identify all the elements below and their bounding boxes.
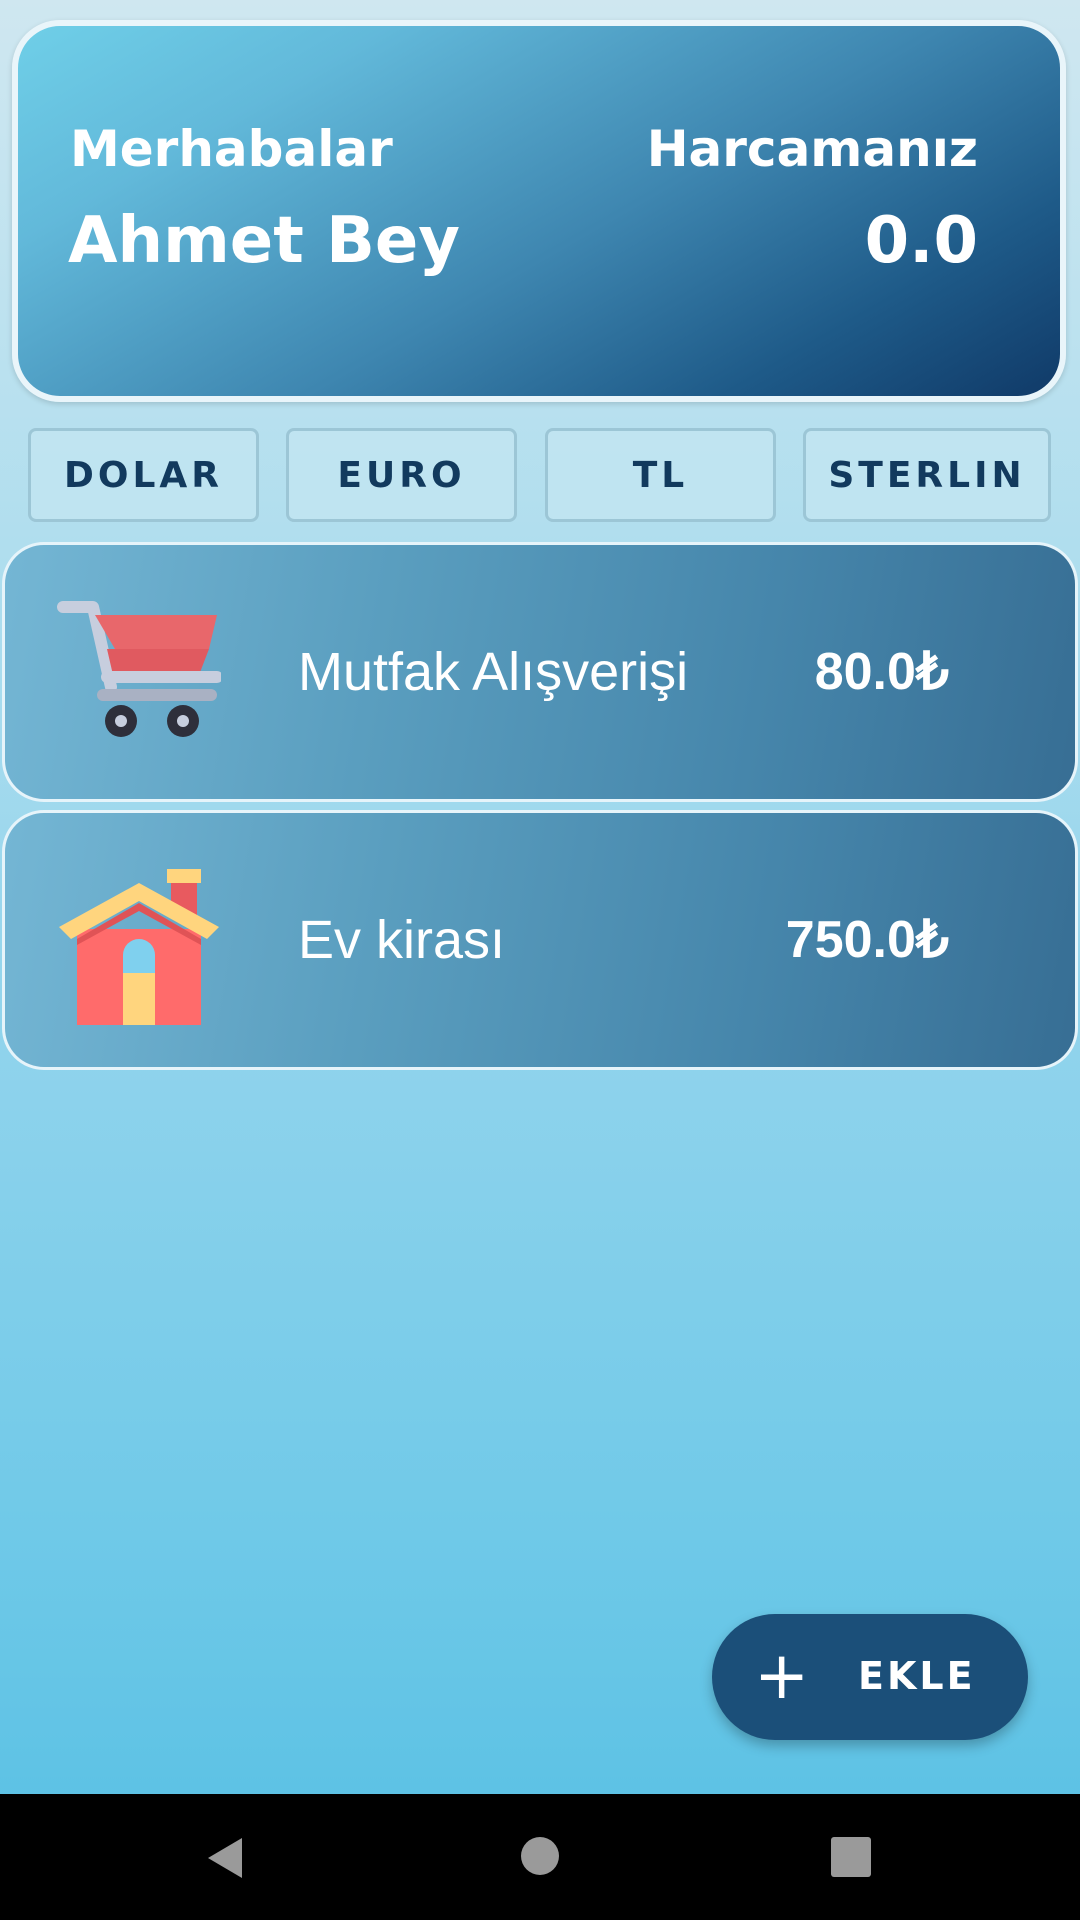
add-button-label: EKLE bbox=[858, 1654, 976, 1698]
user-name: Ahmet Bey bbox=[68, 204, 460, 278]
expense-title: Ev kirası bbox=[298, 910, 506, 970]
greeting-text: Merhabalar bbox=[70, 120, 393, 178]
expense-item-ev-kirasi[interactable]: Ev kirası 750.0₺ bbox=[2, 810, 1078, 1070]
app-screen: Merhabalar Ahmet Bey Harcamanız 0.0 DOLA… bbox=[0, 0, 1080, 1920]
currency-button-sterlin[interactable]: STERLIN bbox=[803, 428, 1051, 522]
shopping-cart-icon bbox=[57, 601, 221, 737]
house-icon bbox=[59, 869, 219, 1025]
back-triangle-icon[interactable] bbox=[204, 1836, 246, 1880]
spending-total: 0.0 bbox=[864, 204, 978, 278]
recents-square-icon[interactable] bbox=[830, 1836, 872, 1878]
currency-button-tl[interactable]: TL bbox=[545, 428, 776, 522]
add-expense-button[interactable]: + EKLE bbox=[712, 1614, 1028, 1740]
spending-label: Harcamanız bbox=[646, 120, 978, 178]
currency-button-dolar[interactable]: DOLAR bbox=[28, 428, 259, 522]
summary-card: Merhabalar Ahmet Bey Harcamanız 0.0 bbox=[12, 20, 1066, 402]
expense-amount: 750.0₺ bbox=[785, 911, 949, 969]
expense-amount: 80.0₺ bbox=[814, 643, 949, 701]
system-navigation-bar bbox=[0, 1794, 1080, 1920]
expense-item-mutfak[interactable]: Mutfak Alışverişi 80.0₺ bbox=[2, 542, 1078, 802]
expense-title: Mutfak Alışverişi bbox=[298, 642, 689, 702]
plus-icon: + bbox=[754, 1637, 810, 1714]
currency-button-euro[interactable]: EURO bbox=[286, 428, 517, 522]
home-circle-icon[interactable] bbox=[520, 1836, 560, 1876]
